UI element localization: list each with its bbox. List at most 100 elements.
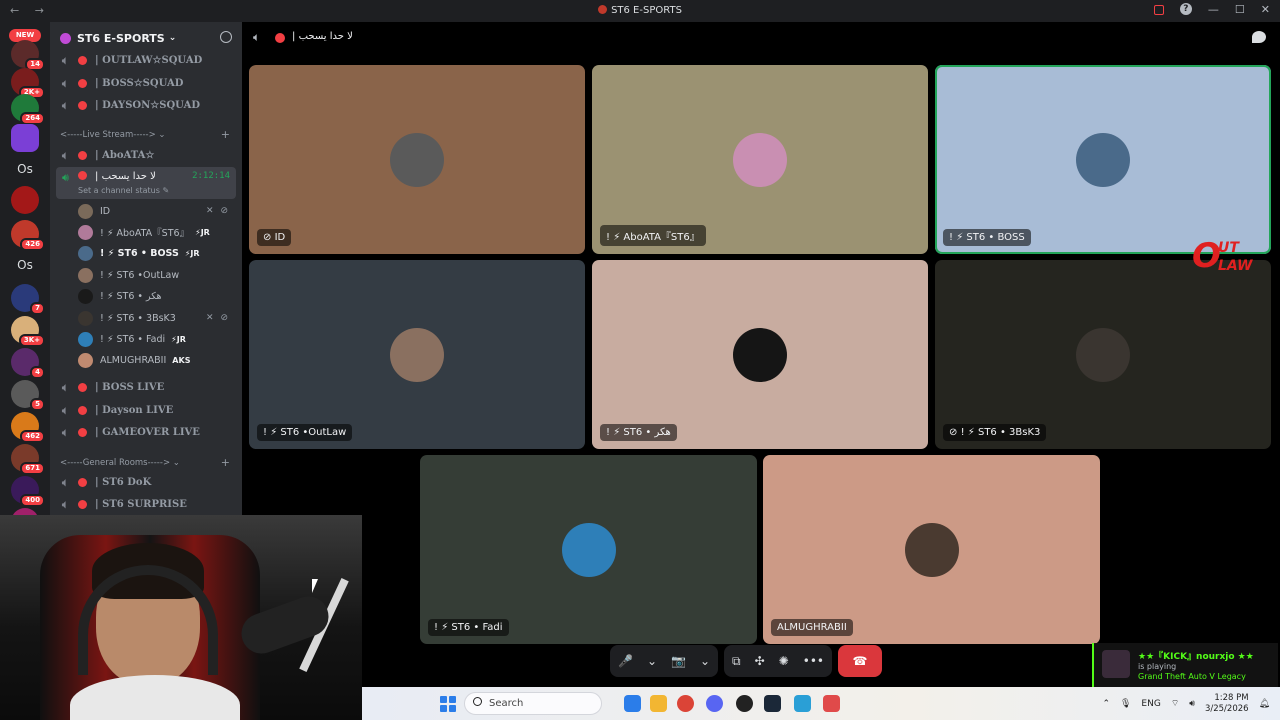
voice-user[interactable]: ALMUGHRABII AKS	[78, 350, 234, 370]
voice-channel[interactable]: 🔈︎ | GAMEOVER LIVE	[56, 422, 236, 443]
server-icon[interactable]: 4	[11, 348, 45, 379]
participant-tile[interactable]: ! ⚡ AboATA『ST6』	[592, 65, 928, 254]
avatar	[78, 331, 93, 347]
participant-name: ! ⚡ ST6 • 3BsK3	[960, 427, 1041, 438]
chevron-up-icon[interactable]: ⌃	[1102, 699, 1110, 709]
obs-icon[interactable]	[736, 695, 753, 712]
participant-tile[interactable]: ! ⚡ ST6 •OutLaw	[249, 260, 585, 449]
mention-badge: 5	[30, 398, 45, 411]
minimize-button[interactable]: —	[1208, 3, 1219, 16]
chevron-down-icon[interactable]: ⌄	[700, 654, 710, 668]
voice-user[interactable]: ! ⚡ ST6 • هكر	[78, 286, 234, 306]
discord-icon[interactable]	[706, 695, 723, 712]
microphone-icon[interactable]: 🎤	[618, 654, 633, 668]
voice-channel[interactable]: 🔈︎ | BOSS LIVE	[56, 377, 236, 398]
server-icon[interactable]: 400	[11, 476, 45, 507]
streamer-webcam	[0, 515, 362, 720]
server-icon[interactable]: 264	[11, 94, 45, 125]
steam-icon[interactable]	[764, 695, 781, 712]
speaker-icon: 🔈︎	[62, 497, 69, 511]
server-icon[interactable]: 462	[11, 412, 45, 443]
avatar	[390, 327, 444, 382]
voice-user[interactable]: ! ⚡ AboATA『ST6』 ⚡JR	[78, 222, 234, 242]
muted-deafened-icon: ✕ ⊘	[206, 313, 230, 323]
add-channel-icon[interactable]: +	[221, 128, 230, 141]
help-icon[interactable]: ?	[1179, 3, 1192, 15]
participant-tile[interactable]: ! ⚡ ST6 • هكر	[592, 260, 928, 449]
server-icon[interactable]: 426	[11, 220, 45, 251]
participant-tile-speaking[interactable]: ! ⚡ ST6 • BOSS	[935, 65, 1271, 254]
recorder-icon[interactable]	[823, 695, 840, 712]
speaker-icon: 🔈︎	[62, 403, 69, 417]
category-live-stream[interactable]: <-----Live Stream-----> ⌄ +	[60, 128, 236, 141]
voice-user[interactable]: ! ⚡ ST6 • Fadi ⚡JR	[78, 329, 234, 349]
participant-tile[interactable]: ⊘ ID	[249, 65, 585, 254]
voice-channel[interactable]: 🔈︎ | Dayson LIVE	[56, 400, 236, 421]
volume-icon[interactable]: 🔊︎	[1189, 699, 1195, 709]
taskview-icon[interactable]	[624, 695, 641, 712]
participant-tile[interactable]: ! ⚡ ST6 • Fadi	[420, 455, 757, 644]
voice-user[interactable]: ! ⚡ ST6 • BOSS ⚡JR	[78, 243, 234, 263]
windows-start-icon[interactable]	[440, 696, 456, 712]
voice-channel[interactable]: 🔈︎ | ST6 DoK	[56, 472, 236, 493]
taskbar-search[interactable]: Search	[464, 692, 602, 715]
inbox-icon[interactable]	[1153, 5, 1164, 15]
channel-status-hint[interactable]: Set a channel status ✎	[78, 186, 169, 195]
server-icon[interactable]: 5	[11, 380, 45, 411]
mention-badge: 4	[30, 366, 45, 379]
call-channel-name: | لا حدا يسحب	[292, 31, 353, 42]
close-button[interactable]: ✕	[1261, 3, 1270, 16]
add-channel-icon[interactable]: +	[221, 456, 230, 469]
voice-channel[interactable]: 🔈︎ | BOSS☆SQUAD	[56, 73, 236, 94]
maximize-button[interactable]: ☐	[1235, 3, 1245, 16]
participant-label: ! ⚡ ST6 • BOSS	[943, 229, 1031, 246]
participant-tile[interactable]: ⊘ ! ⚡ ST6 • 3BsK3	[935, 260, 1271, 449]
user-name: ! ⚡ ST6 • BOSS	[100, 247, 179, 259]
invite-icon[interactable]	[220, 31, 232, 43]
channel-name: | AboATA☆	[95, 150, 155, 161]
server-icon[interactable]: 14	[11, 40, 45, 71]
disconnect-button[interactable]: ☎	[837, 645, 882, 677]
server-icon[interactable]: 7	[11, 284, 45, 315]
activities-icon[interactable]: ✣	[755, 654, 765, 668]
server-label[interactable]: Os	[0, 258, 50, 272]
clock-time: 1:28 PM	[1214, 692, 1249, 703]
voice-user[interactable]: ID ✕ ⊘	[78, 201, 234, 221]
voice-channel[interactable]: 🔈︎ | OUTLAW☆SQUAD	[56, 50, 236, 71]
participant-tile[interactable]: ALMUGHRABII	[763, 455, 1100, 644]
microphone-icon[interactable]: 🎙︎	[1120, 699, 1131, 709]
call-header: 🔈︎ | لا حدا يسحب	[242, 22, 1280, 54]
server-icon[interactable]: 671	[11, 444, 45, 475]
window-titlebar: ← → ST6 E-SPORTS ? — ☐ ✕	[0, 0, 1280, 22]
server-icon[interactable]: 3K+	[11, 316, 45, 347]
language-indicator[interactable]: ENG	[1141, 699, 1160, 709]
voice-user[interactable]: ! ⚡ ST6 • 3BsK3 ✕ ⊘	[78, 308, 234, 328]
stream-notification: ★★『KICK』nourxjo ★★ is playing Grand Thef…	[1092, 643, 1278, 687]
voice-channel[interactable]: 🔈︎ | ST6 SURPRISE	[56, 494, 236, 515]
category-general-rooms[interactable]: <-----General Rooms-----> ⌄ +	[60, 456, 236, 469]
chrome-icon[interactable]	[677, 695, 694, 712]
voice-channel[interactable]: 🔈︎ | AboATA☆	[56, 145, 236, 166]
server-icon[interactable]	[11, 124, 39, 152]
screen-share-icon[interactable]: ⧉	[732, 654, 741, 669]
server-icon[interactable]: 2K+	[11, 68, 45, 99]
photos-icon[interactable]	[794, 695, 811, 712]
wifi-icon[interactable]: ⌔	[1171, 698, 1179, 709]
file-explorer-icon[interactable]	[650, 695, 667, 712]
server-label[interactable]: Os	[0, 162, 50, 176]
more-options-icon[interactable]: •••	[803, 654, 824, 668]
chat-icon[interactable]	[1252, 31, 1266, 43]
participant-label: ⊘ ! ⚡ ST6 • 3BsK3	[943, 424, 1047, 441]
speaker-icon: 🔈︎	[62, 475, 69, 489]
logo-letter: O	[1192, 236, 1221, 276]
notifications-icon[interactable]: 🔔︎	[1259, 699, 1270, 709]
user-name: ! ⚡ ST6 • هكر	[100, 290, 162, 302]
chevron-down-icon[interactable]: ⌄	[647, 654, 657, 668]
notification-subtitle: is playing	[1138, 662, 1177, 671]
soundboard-icon[interactable]: ✺	[779, 654, 789, 668]
voice-channel[interactable]: 🔈︎ | DAYSON☆SQUAD	[56, 95, 236, 116]
clock[interactable]: 1:28 PM 3/25/2026	[1205, 693, 1249, 715]
camera-off-icon[interactable]: 📷	[671, 654, 686, 668]
server-icon[interactable]	[11, 186, 39, 214]
voice-user[interactable]: ! ⚡ ST6 •OutLaw	[78, 265, 234, 285]
